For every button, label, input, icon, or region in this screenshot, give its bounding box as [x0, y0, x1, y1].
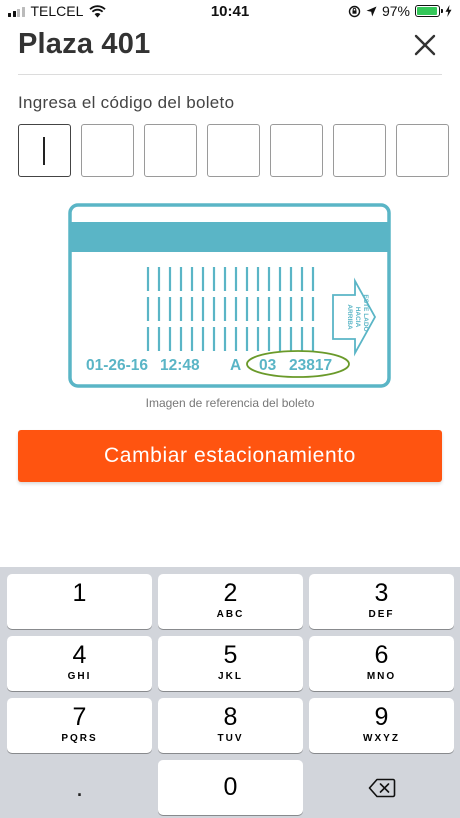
page-title: Plaza 401	[18, 28, 151, 60]
key-delete[interactable]	[309, 760, 454, 815]
code-digit-box[interactable]	[144, 124, 197, 177]
key-3[interactable]: 3 DEF	[309, 574, 454, 629]
location-icon	[366, 6, 377, 16]
ticket-code-input[interactable]	[18, 124, 449, 177]
key-digit: 7	[72, 703, 87, 731]
ticket-code-label: Ingresa el código del boleto	[18, 93, 235, 112]
key-letters: WXYZ	[363, 733, 400, 744]
change-parking-button[interactable]: Cambiar estacionamiento	[18, 430, 442, 482]
arrow-text-line: ESTE LADO	[362, 294, 369, 331]
code-digit-box[interactable]	[396, 124, 449, 177]
code-digit-box[interactable]	[270, 124, 323, 177]
key-letters: JKL	[218, 671, 243, 682]
status-bar: TELCEL 10:41 97%	[0, 0, 460, 24]
key-6[interactable]: 6 MNO	[309, 636, 454, 691]
magnetic-stripe	[71, 222, 388, 252]
close-button[interactable]	[410, 30, 440, 60]
key-digit: 2	[223, 579, 238, 607]
key-digit: 8	[223, 703, 238, 731]
arrow-text-line: HACIA	[354, 307, 361, 328]
ticket-caption: Imagen de referencia del boleto	[145, 396, 315, 410]
key-dot[interactable]: .	[7, 760, 152, 815]
key-digit: 5	[223, 641, 238, 669]
code-digit-box[interactable]	[81, 124, 134, 177]
status-bar-right: 97%	[348, 3, 452, 19]
code-digit-box[interactable]	[18, 124, 71, 177]
key-digit: 0	[223, 773, 238, 801]
key-letters: GHI	[67, 671, 92, 682]
key-4[interactable]: 4 GHI	[7, 636, 152, 691]
key-digit: 6	[374, 641, 389, 669]
key-letters: TUV	[217, 733, 244, 744]
key-letters: DEF	[368, 609, 395, 620]
numeric-keypad: 1 2 ABC 3 DEF 4 GHI 5 JKL 6 MNO 7 PQRS 8 TUV 9 W…	[0, 567, 460, 818]
key-letters: MNO	[366, 671, 397, 682]
key-digit: 9	[374, 703, 389, 731]
ticket-series: A	[230, 357, 241, 374]
key-digit: .	[75, 772, 84, 802]
key-9[interactable]: 9 WXYZ	[309, 698, 454, 753]
arrow-text-line: ARRIBA	[346, 304, 353, 330]
key-2[interactable]: 2 ABC	[158, 574, 303, 629]
key-5[interactable]: 5 JKL	[158, 636, 303, 691]
rotation-lock-icon	[348, 5, 361, 17]
ticket-reference-image: ESTE LADO HACIA ARRIBA 01-26-16 12:48 A …	[68, 203, 391, 388]
key-letters: ABC	[216, 609, 245, 620]
text-caret	[43, 137, 45, 165]
key-digit: 4	[72, 641, 87, 669]
key-digit: 1	[72, 579, 87, 607]
close-icon	[414, 34, 436, 56]
code-digit-box[interactable]	[207, 124, 260, 177]
key-letters: PQRS	[61, 733, 98, 744]
key-1[interactable]: 1	[7, 574, 152, 629]
header-divider	[18, 74, 442, 75]
charging-icon	[445, 5, 452, 17]
backspace-icon	[368, 778, 395, 798]
key-7[interactable]: 7 PQRS	[7, 698, 152, 753]
code-digit-box[interactable]	[333, 124, 386, 177]
ticket-code-number: 23817	[289, 357, 332, 374]
ticket-date: 01-26-16	[86, 357, 148, 374]
ticket-code-prefix: 03	[259, 357, 277, 374]
ticket-time: 12:48	[160, 357, 200, 374]
key-8[interactable]: 8 TUV	[158, 698, 303, 753]
key-0[interactable]: 0	[158, 760, 303, 815]
key-digit: 3	[374, 579, 389, 607]
battery-percent: 97%	[381, 3, 410, 19]
battery-icon	[415, 5, 443, 17]
